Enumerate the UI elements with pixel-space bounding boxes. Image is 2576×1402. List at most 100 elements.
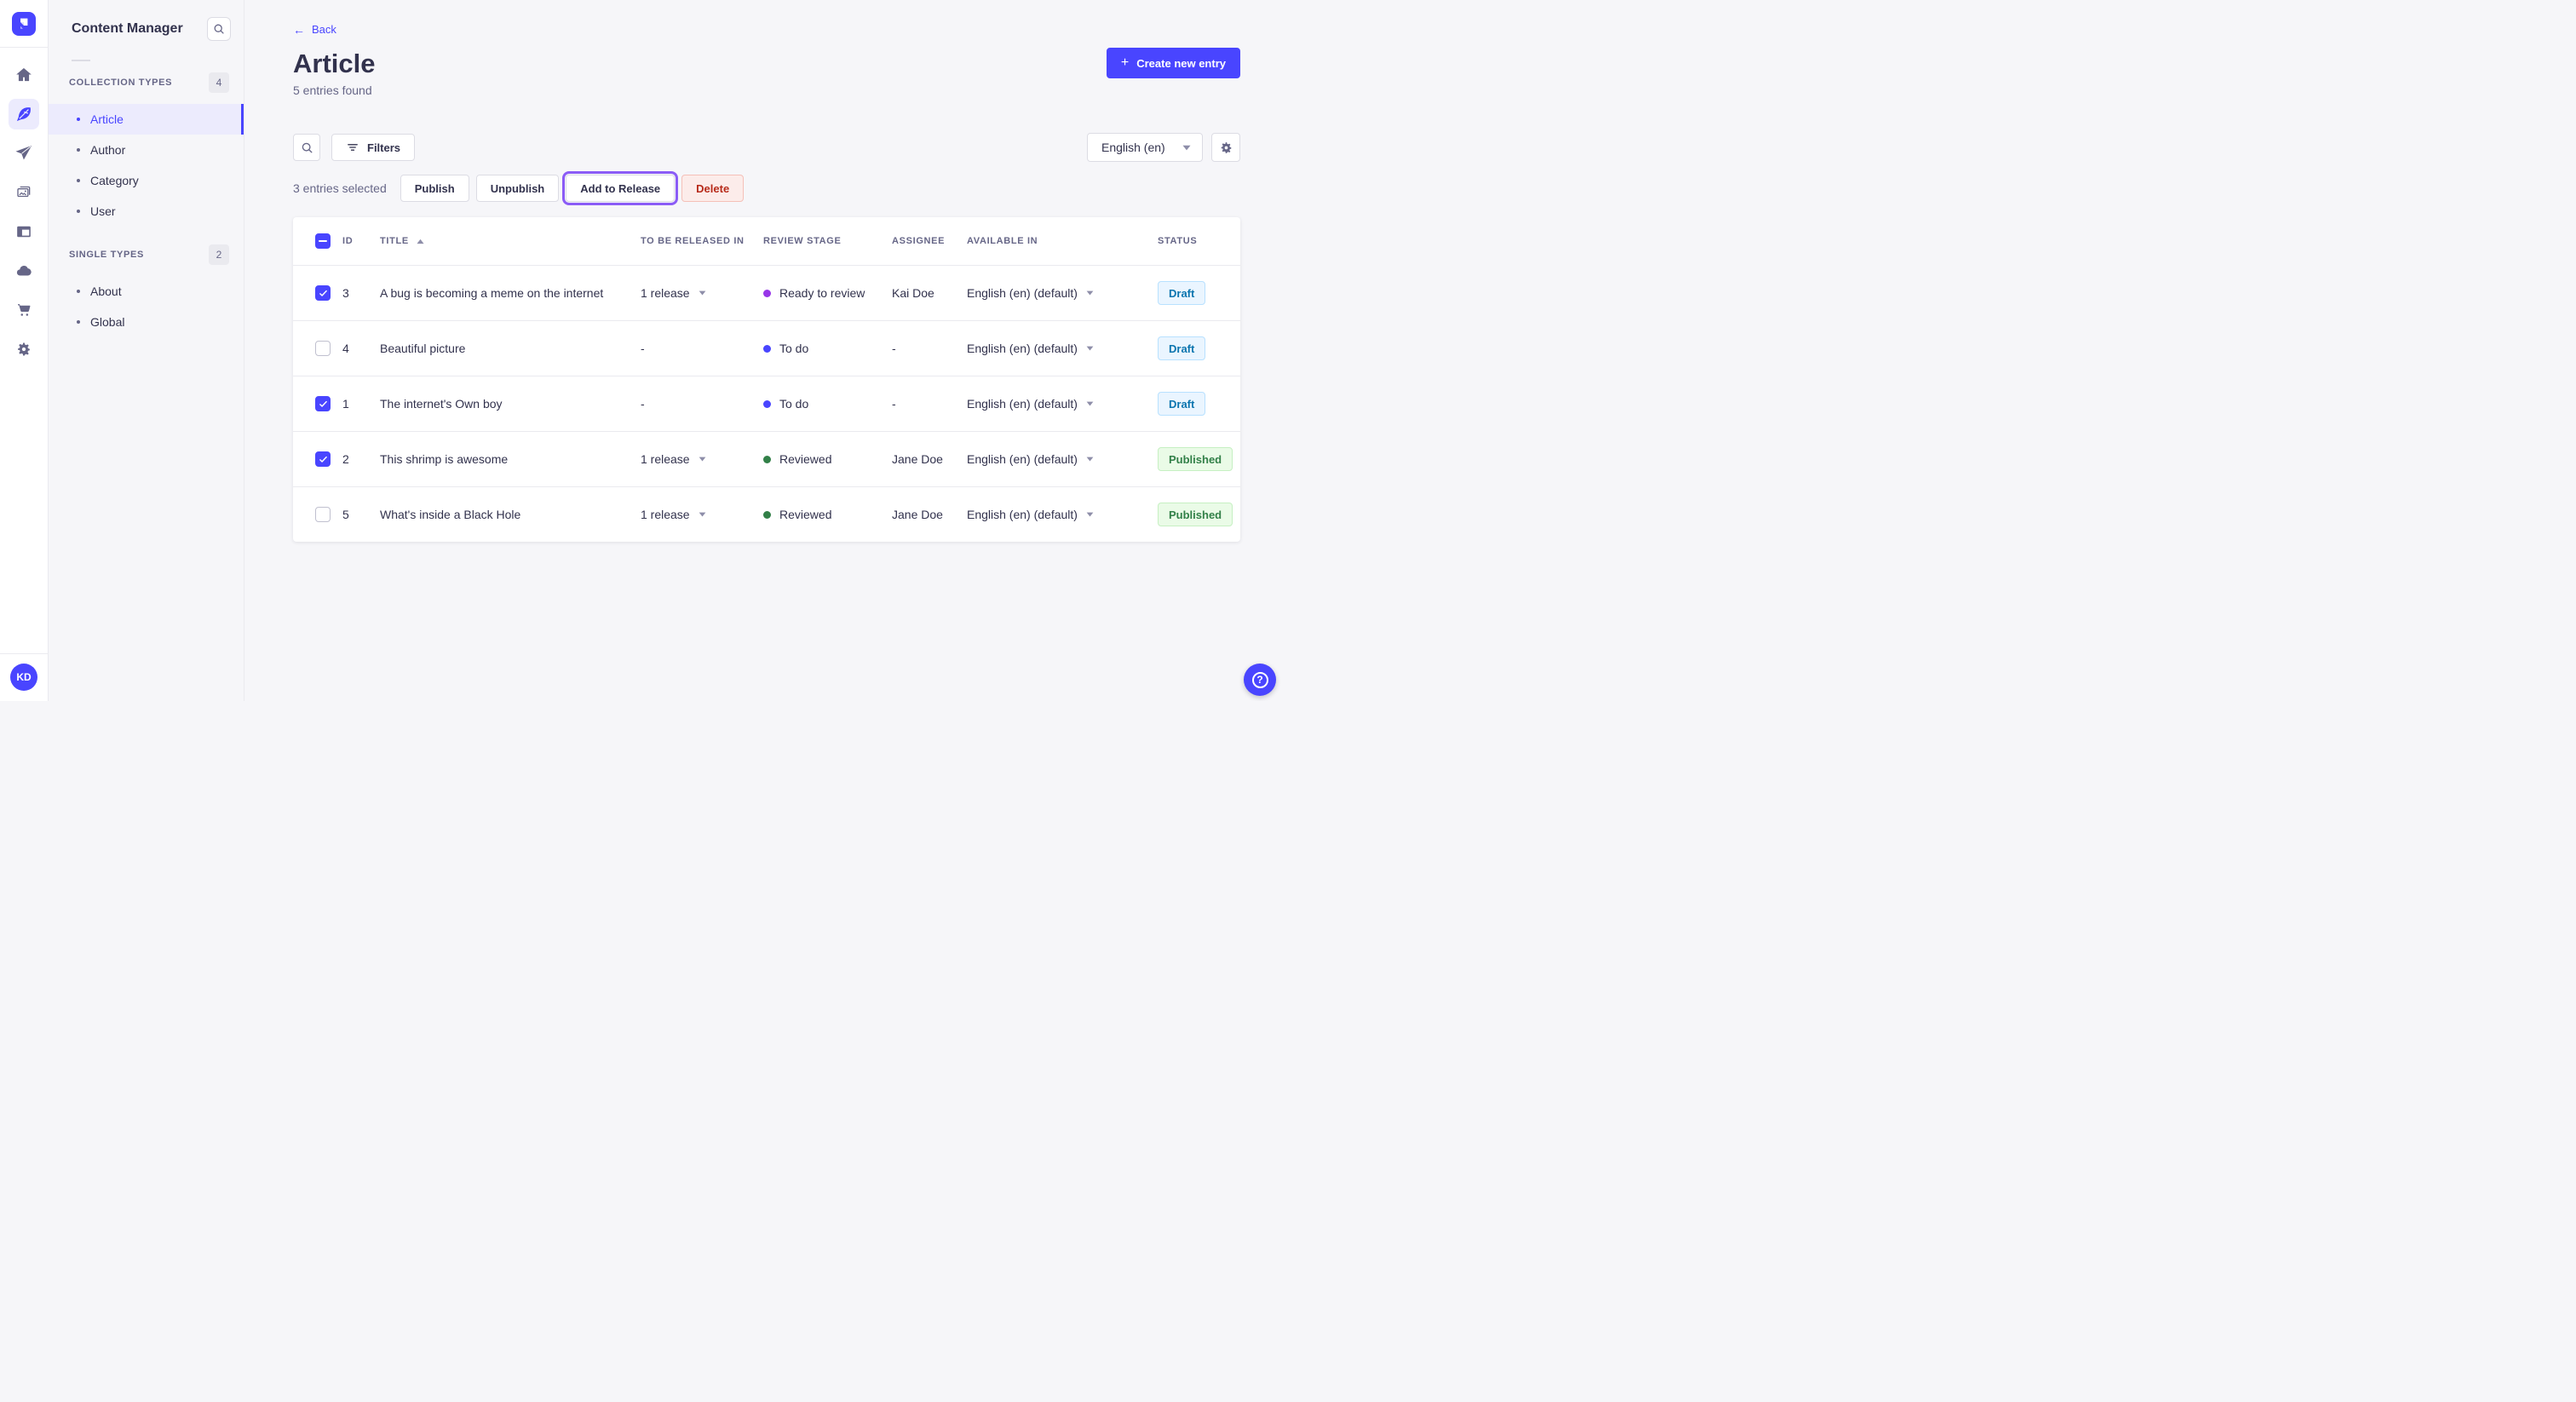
cell-review-stage: Reviewed (763, 508, 892, 521)
locale-dropdown[interactable]: English (en) (default) (967, 452, 1158, 466)
cell-title: What's inside a Black Hole (380, 508, 521, 521)
cell-id: 1 (342, 397, 349, 411)
release-dropdown[interactable]: 1 release (641, 286, 763, 300)
locale-dropdown[interactable]: English (en) (default) (967, 397, 1158, 411)
locale-label: English (en) (default) (967, 508, 1078, 521)
section-items: Article Author Category User (49, 104, 244, 227)
row-checkbox[interactable] (315, 285, 331, 301)
search-icon (212, 22, 226, 36)
table-row[interactable]: 1 The internet's Own boy - To do - English (e… (293, 376, 1240, 431)
stage-label: To do (779, 397, 809, 411)
locale-dropdown[interactable]: English (en) (default) (967, 286, 1158, 300)
sidebar-item-about[interactable]: About (49, 276, 244, 307)
search-entries-button[interactable] (293, 134, 320, 161)
nav-rail-footer: KD (0, 653, 48, 701)
column-header-review-stage: REVIEW STAGE (763, 236, 842, 246)
cell-review-stage: To do (763, 397, 892, 411)
content-type-builder-icon (15, 223, 32, 240)
section-count-badge: 4 (209, 72, 229, 93)
home-icon (15, 66, 32, 83)
row-checkbox[interactable] (315, 451, 331, 467)
release-count: - (641, 342, 645, 355)
column-header-status: STATUS (1158, 236, 1198, 246)
locale-label: English (en) (default) (967, 452, 1078, 466)
help-button[interactable]: ? (1244, 664, 1276, 696)
rail-item-media-library[interactable] (9, 177, 39, 208)
table-row[interactable]: 3 A bug is becoming a meme on the interne… (293, 265, 1240, 320)
cell-review-stage: Ready to review (763, 286, 892, 300)
chevron-down-icon (1086, 512, 1094, 517)
create-new-entry-button[interactable]: + Create new entry (1106, 48, 1240, 78)
page-title: Article (293, 49, 376, 78)
add-to-release-button[interactable]: Add to Release (562, 171, 679, 205)
rail-item-settings[interactable] (9, 334, 39, 365)
media-library-icon (15, 184, 32, 201)
locale-dropdown[interactable]: English (en) (default) (967, 508, 1158, 521)
gear-icon (1219, 141, 1233, 155)
stage-label: Reviewed (779, 452, 832, 466)
cell-review-stage: Reviewed (763, 452, 892, 466)
sub-nav: Content Manager COLLECTION TYPES 4 Article… (49, 0, 244, 701)
selection-count: 3 entries selected (293, 181, 387, 195)
bullet-icon (77, 148, 80, 152)
cell-title: This shrimp is awesome (380, 452, 509, 466)
table-row[interactable]: 2 This shrimp is awesome 1 release Reviewed… (293, 431, 1240, 486)
view-settings-button[interactable] (1211, 133, 1240, 162)
table-row[interactable]: 5 What's inside a Black Hole 1 release Revi… (293, 486, 1240, 542)
stage-dot-icon (763, 510, 771, 519)
locale-dropdown[interactable]: English (en) (default) (967, 342, 1158, 355)
subnav-title: Content Manager (72, 21, 183, 36)
entries-table: ID TITLE TO BE RELEASED IN REVIEW STAGE … (293, 217, 1240, 542)
sidebar-item-author[interactable]: Author (49, 135, 244, 165)
strapi-logo (12, 11, 36, 36)
stage-label: Ready to review (779, 286, 865, 300)
column-header-title[interactable]: TITLE (380, 236, 641, 246)
release-dropdown[interactable]: 1 release (641, 452, 763, 466)
release-count: 1 release (641, 452, 690, 466)
rail-item-marketplace[interactable] (9, 295, 39, 325)
chevron-down-icon (699, 290, 706, 296)
select-all-checkbox[interactable] (315, 233, 331, 249)
delete-button[interactable]: Delete (681, 175, 745, 202)
bullet-icon (77, 320, 80, 324)
sidebar-item-article[interactable]: Article (49, 104, 244, 135)
unpublish-button[interactable]: Unpublish (475, 175, 560, 202)
table-row[interactable]: 4 Beautiful picture - To do - English (en) (d… (293, 320, 1240, 376)
nav-rail: KD (0, 0, 49, 701)
row-checkbox[interactable] (315, 341, 331, 356)
stage-dot-icon (763, 399, 771, 408)
section-count-badge: 2 (209, 244, 229, 265)
rail-item-content-type-builder[interactable] (9, 216, 39, 247)
cell-review-stage: To do (763, 342, 892, 355)
release-dropdown[interactable]: 1 release (641, 508, 763, 521)
cell-id: 3 (342, 286, 349, 300)
cell-id: 4 (342, 342, 349, 355)
avatar[interactable]: KD (10, 664, 37, 691)
row-checkbox[interactable] (315, 396, 331, 411)
section-label: COLLECTION TYPES (69, 78, 173, 88)
row-checkbox[interactable] (315, 507, 331, 522)
rail-item-content-manager[interactable] (9, 99, 39, 129)
locale-label: English (en) (default) (967, 342, 1078, 355)
rail-item-releases[interactable] (9, 138, 39, 169)
status-badge: Published (1158, 447, 1233, 471)
sidebar-item-user[interactable]: User (49, 196, 244, 227)
publish-button[interactable]: Publish (400, 175, 469, 202)
rail-item-deploy[interactable] (9, 256, 39, 286)
sort-ascending-icon (417, 238, 424, 244)
sidebar-item-global[interactable]: Global (49, 307, 244, 337)
locale-select[interactable]: English (en) (1087, 133, 1203, 162)
cell-title: The internet's Own boy (380, 397, 503, 411)
stage-label: To do (779, 342, 809, 355)
back-link[interactable]: ← Back (293, 23, 336, 36)
search-button[interactable] (207, 17, 231, 41)
sidebar-item-category[interactable]: Category (49, 165, 244, 196)
stage-label: Reviewed (779, 508, 832, 521)
rail-item-home[interactable] (9, 60, 39, 90)
logo-section (0, 0, 48, 48)
search-icon (300, 141, 314, 155)
column-header-id: ID (342, 236, 354, 246)
releases-icon (15, 145, 32, 162)
cell-assignee: - (892, 397, 896, 411)
filters-button[interactable]: Filters (331, 134, 416, 161)
